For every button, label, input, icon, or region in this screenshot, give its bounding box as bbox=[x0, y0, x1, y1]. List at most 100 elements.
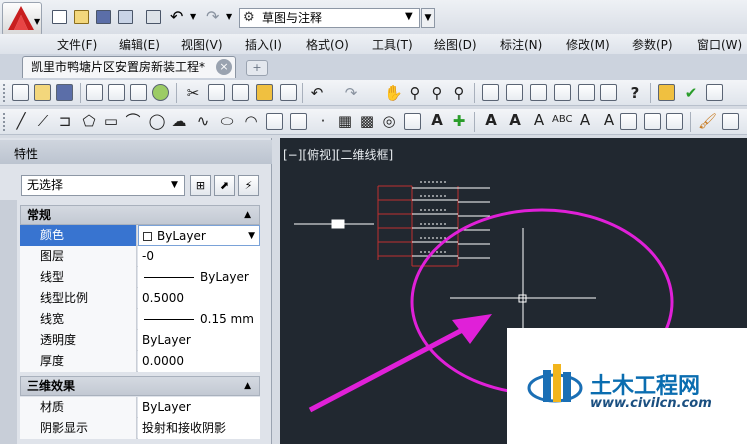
section-3d-effects[interactable]: 三维效果 ▲ bbox=[20, 376, 260, 396]
prop-row-color[interactable]: 颜色 ByLayer ▼ bbox=[20, 225, 260, 246]
justify-text-icon[interactable] bbox=[620, 113, 637, 130]
single-line-text-icon[interactable]: A bbox=[506, 111, 524, 129]
help-icon[interactable]: ? bbox=[626, 84, 644, 102]
match-properties-icon[interactable] bbox=[256, 84, 273, 101]
prop-value[interactable]: 0.0000 bbox=[138, 351, 260, 372]
section-general[interactable]: 常规 ▲ bbox=[20, 205, 260, 225]
toolbar-grip[interactable] bbox=[3, 113, 7, 131]
toolbar-grip[interactable] bbox=[3, 84, 7, 102]
checkmark-icon[interactable]: ✔ bbox=[682, 84, 700, 102]
document-tab[interactable]: 凯里市鸭塘片区安置房新装工程* bbox=[22, 56, 236, 78]
zoom-previous-icon[interactable]: ⚲ bbox=[450, 84, 468, 102]
find-text-icon[interactable]: A bbox=[576, 111, 594, 129]
toggle-pickadd-icon[interactable]: ⊞ bbox=[190, 175, 211, 196]
redo-icon[interactable]: ↷ bbox=[342, 84, 360, 102]
table-icon[interactable] bbox=[404, 113, 421, 130]
customize-toolbar-button[interactable]: ▼ bbox=[421, 8, 435, 28]
quick-select-icon[interactable]: ⚡ bbox=[238, 175, 259, 196]
workspace-select[interactable]: 草图与注释 bbox=[239, 8, 420, 28]
text-frame-icon[interactable] bbox=[644, 113, 661, 130]
plot-preview-icon[interactable] bbox=[108, 84, 125, 101]
polyline-icon[interactable]: ⊐ bbox=[56, 112, 74, 130]
prop-value[interactable]: 投射和接收阴影 bbox=[138, 418, 260, 439]
prop-row-shadow[interactable]: 阴影显示 投射和接收阴影 bbox=[20, 418, 260, 439]
prop-row-lineweight[interactable]: 线宽 0.15 mm bbox=[20, 309, 260, 330]
spline-icon[interactable]: ∿ bbox=[194, 112, 212, 130]
menu-dimension[interactable]: 标注(N) bbox=[500, 36, 542, 53]
block-editor-icon[interactable] bbox=[280, 84, 297, 101]
text-scale-icon[interactable]: A bbox=[600, 111, 618, 129]
region-icon[interactable]: ◎ bbox=[380, 112, 398, 130]
linetype-value-field[interactable]: ByLayer bbox=[138, 267, 260, 288]
new-file-icon[interactable] bbox=[52, 10, 67, 24]
selection-dropdown[interactable]: 无选择 bbox=[21, 175, 185, 196]
new-tab-button[interactable]: + bbox=[246, 60, 268, 76]
prop-row-transparency[interactable]: 透明度 ByLayer bbox=[20, 330, 260, 351]
edit-text-icon[interactable]: A bbox=[530, 111, 548, 129]
redo-icon[interactable]: ↷ bbox=[206, 7, 219, 26]
multiline-text-icon[interactable]: A bbox=[428, 111, 446, 129]
ellipse-arc-icon[interactable]: ◠ bbox=[242, 112, 260, 130]
prop-row-linetype[interactable]: 线型 ByLayer bbox=[20, 267, 260, 288]
convert-text-icon[interactable] bbox=[666, 113, 683, 130]
eraser-icon[interactable] bbox=[722, 113, 739, 130]
design-center-icon[interactable] bbox=[506, 84, 523, 101]
menu-view[interactable]: 视图(V) bbox=[181, 36, 223, 53]
zoom-realtime-icon[interactable]: ⚲ bbox=[406, 84, 424, 102]
calculator-icon[interactable] bbox=[600, 84, 617, 101]
prop-value[interactable]: ByLayer bbox=[138, 397, 260, 418]
plot-icon[interactable] bbox=[86, 84, 103, 101]
open-file-icon[interactable] bbox=[74, 10, 89, 24]
make-block-icon[interactable] bbox=[290, 113, 307, 130]
ellipse-icon[interactable]: ⬭ bbox=[218, 112, 236, 130]
hatch-icon[interactable]: ▦ bbox=[336, 112, 354, 130]
chevron-down-icon[interactable]: ▼ bbox=[248, 226, 255, 246]
paste-icon[interactable] bbox=[232, 84, 249, 101]
markup-icon[interactable] bbox=[578, 84, 595, 101]
print-icon[interactable] bbox=[146, 10, 161, 24]
prop-row-linetype-scale[interactable]: 线型比例 0.5000 bbox=[20, 288, 260, 309]
menu-parametric[interactable]: 参数(P) bbox=[632, 36, 673, 53]
3d-dwf-icon[interactable] bbox=[152, 84, 169, 101]
rectangle-icon[interactable]: ▭ bbox=[102, 112, 120, 130]
revision-cloud-icon[interactable]: ☁ bbox=[170, 112, 188, 130]
chevron-down-icon[interactable]: ▼ bbox=[405, 8, 413, 26]
construction-line-icon[interactable]: ⟋ bbox=[34, 112, 52, 130]
menu-file[interactable]: 文件(F) bbox=[57, 36, 97, 53]
reference-icon[interactable] bbox=[706, 84, 723, 101]
menu-tools[interactable]: 工具(T) bbox=[372, 36, 413, 53]
insert-block-icon[interactable] bbox=[266, 113, 283, 130]
prop-value[interactable]: -0 bbox=[138, 246, 260, 267]
undo-icon[interactable]: ↶ bbox=[308, 84, 326, 102]
zoom-window-icon[interactable]: ⚲ bbox=[428, 84, 446, 102]
properties-titlebar[interactable] bbox=[0, 140, 272, 164]
pan-icon[interactable]: ✋ bbox=[384, 84, 403, 102]
gradient-icon[interactable]: ▩ bbox=[358, 112, 376, 130]
menu-modify[interactable]: 修改(M) bbox=[566, 36, 610, 53]
close-icon[interactable]: × bbox=[216, 59, 232, 75]
collapse-icon[interactable]: ▲ bbox=[244, 206, 251, 224]
open-icon[interactable] bbox=[34, 84, 51, 101]
application-menu-button[interactable]: ▼ bbox=[2, 2, 42, 36]
lineweight-value-field[interactable]: 0.15 mm bbox=[138, 309, 260, 330]
polygon-icon[interactable]: ⬠ bbox=[80, 112, 98, 130]
select-objects-icon[interactable]: ⬈ bbox=[214, 175, 235, 196]
point-icon[interactable]: · bbox=[314, 112, 332, 130]
cut-icon[interactable]: ✂ bbox=[184, 84, 202, 102]
menu-edit[interactable]: 编辑(E) bbox=[119, 36, 160, 53]
save-icon[interactable] bbox=[56, 84, 73, 101]
prop-row-material[interactable]: 材质 ByLayer bbox=[20, 397, 260, 418]
prop-row-layer[interactable]: 图层 -0 bbox=[20, 246, 260, 267]
spell-check-icon[interactable]: ABC bbox=[552, 111, 573, 129]
save-as-icon[interactable] bbox=[118, 10, 133, 24]
undo-dropdown-icon[interactable]: ▼ bbox=[190, 12, 196, 21]
menu-window[interactable]: 窗口(W) bbox=[697, 36, 742, 53]
menu-format[interactable]: 格式(O) bbox=[306, 36, 349, 53]
edit-reference-icon[interactable] bbox=[658, 84, 675, 101]
menu-insert[interactable]: 插入(I) bbox=[245, 36, 282, 53]
new-icon[interactable] bbox=[12, 84, 29, 101]
prop-value[interactable]: 0.5000 bbox=[138, 288, 260, 309]
brush-icon[interactable]: 🖌 bbox=[698, 112, 717, 130]
sheet-set-icon[interactable] bbox=[554, 84, 571, 101]
collapse-icon[interactable]: ▲ bbox=[244, 377, 251, 395]
